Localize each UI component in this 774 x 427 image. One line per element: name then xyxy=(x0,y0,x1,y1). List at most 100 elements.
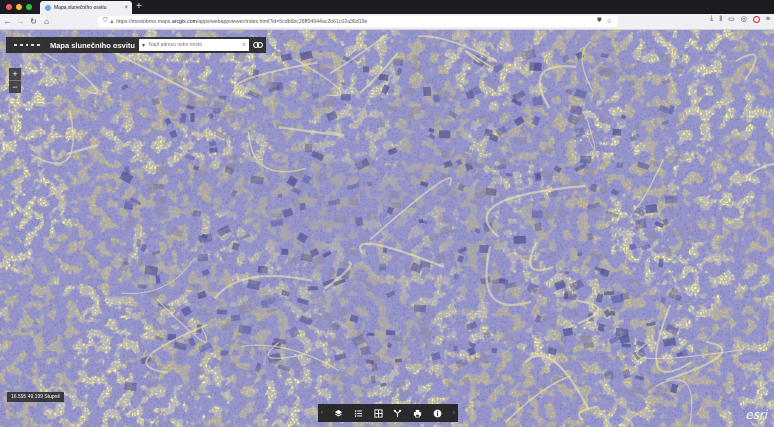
building-block xyxy=(350,296,356,303)
building-block xyxy=(616,162,623,169)
building-block xyxy=(660,296,667,303)
building-block xyxy=(124,381,137,391)
lock-icon[interactable]: 🔒︎ xyxy=(111,19,114,25)
pocket-icon[interactable]: ⛊ xyxy=(597,18,602,25)
layers-icon[interactable] xyxy=(332,406,346,420)
building-block xyxy=(299,202,306,211)
building-block xyxy=(437,215,448,223)
tab-close-icon[interactable]: × xyxy=(124,5,128,11)
app-header: Mapa slunečního osvitu ▾ ⌕ xyxy=(6,37,266,53)
building-block xyxy=(385,105,398,111)
building-block xyxy=(190,113,195,123)
building-block xyxy=(342,385,347,394)
zoom-in-button[interactable]: + xyxy=(9,68,21,80)
shield-icon[interactable]: ⛉ xyxy=(103,18,108,25)
library-icon[interactable]: ‖ xyxy=(719,16,722,23)
esri-attribution: esri xyxy=(746,408,768,422)
building-block xyxy=(531,210,543,219)
home-icon[interactable]: ⌂ xyxy=(41,17,52,26)
building-block xyxy=(216,309,228,315)
forward-icon[interactable]: → xyxy=(15,17,26,26)
building-block xyxy=(410,105,422,115)
building-block xyxy=(536,173,542,179)
print-icon[interactable] xyxy=(411,406,425,420)
search-source-dropdown[interactable]: ▾ xyxy=(142,42,145,49)
building-block xyxy=(564,271,569,275)
building-block xyxy=(123,258,128,266)
building-block xyxy=(474,187,486,197)
building-block xyxy=(603,290,614,296)
building-block xyxy=(156,166,168,175)
sidebar-icon[interactable]: ▭ xyxy=(728,15,735,23)
measure-icon[interactable] xyxy=(391,406,405,420)
building-block xyxy=(378,73,389,81)
building-block xyxy=(476,162,485,168)
star-icon[interactable]: ☆ xyxy=(607,18,612,25)
search-icon[interactable]: ⌕ xyxy=(243,42,246,49)
new-tab-button[interactable]: + xyxy=(136,1,142,13)
widget-toolbar: ‹ › xyxy=(318,404,458,422)
minimize-window-button[interactable] xyxy=(16,4,22,10)
building-block xyxy=(348,198,360,206)
building-block xyxy=(600,184,609,195)
building-block xyxy=(578,144,584,151)
address-bar[interactable]: ⛉ 🔒︎ https://mestobrno.maps.arcgis.com/a… xyxy=(98,16,618,27)
building-block xyxy=(362,66,370,73)
building-block xyxy=(550,323,557,327)
widget-next-button[interactable]: › xyxy=(450,410,458,416)
building-block xyxy=(334,214,347,224)
download-icon[interactable]: ⤓ xyxy=(710,15,713,23)
close-window-button[interactable] xyxy=(6,4,12,10)
building-block xyxy=(604,370,614,380)
building-block xyxy=(348,248,360,256)
solar-map[interactable] xyxy=(0,30,774,427)
browser-toolbar: ⤓ ‖ ▭ ◎ ≡ xyxy=(710,15,770,23)
browser-tab[interactable]: Mapa slunečního osvitu × xyxy=(40,1,132,14)
building-block xyxy=(598,66,613,77)
info-icon[interactable] xyxy=(430,406,444,420)
building-block xyxy=(532,96,544,107)
building-block xyxy=(356,159,363,168)
maximize-window-button[interactable] xyxy=(26,4,32,10)
building-block xyxy=(271,213,283,218)
building-block xyxy=(291,198,300,205)
building-block xyxy=(438,130,451,139)
building-block xyxy=(209,147,218,153)
building-block xyxy=(577,251,583,257)
opera-icon[interactable] xyxy=(752,15,760,23)
building-block xyxy=(423,86,432,97)
legend-icon[interactable] xyxy=(351,406,365,420)
widget-prev-button[interactable]: ‹ xyxy=(318,410,326,416)
building-block xyxy=(413,304,427,313)
reload-icon[interactable]: ↻ xyxy=(28,17,39,26)
building-block xyxy=(219,95,227,100)
basemap-gallery-icon[interactable] xyxy=(371,406,385,420)
building-block xyxy=(467,149,472,153)
url-text: https://mestobrno.maps.arcgis.com/apps/w… xyxy=(116,19,367,25)
building-block xyxy=(570,105,583,115)
building-block xyxy=(125,247,133,254)
building-block xyxy=(663,158,670,163)
building-block xyxy=(485,187,497,197)
tab-strip: Mapa slunečního osvitu × + xyxy=(0,0,774,14)
building-block xyxy=(230,314,241,322)
building-block xyxy=(350,210,359,219)
building-block xyxy=(448,382,454,388)
building-block xyxy=(549,251,557,258)
building-block xyxy=(391,201,402,209)
share-link-button[interactable] xyxy=(252,39,264,51)
building-block xyxy=(515,136,528,145)
map-viewport[interactable]: Mapa slunečního osvitu ▾ ⌕ + − 16.595 49… xyxy=(0,30,774,427)
coordinate-readout: 16.595 49.199 Stupně xyxy=(7,392,65,402)
menu-icon[interactable]: ≡ xyxy=(766,16,770,23)
brno-logo-icon xyxy=(14,44,40,46)
extension-icon[interactable]: ◎ xyxy=(741,15,747,23)
building-block xyxy=(224,154,237,161)
building-block xyxy=(192,210,201,217)
back-icon[interactable]: ← xyxy=(2,17,13,26)
search-widget[interactable]: ▾ ⌕ xyxy=(139,39,249,51)
zoom-out-button[interactable]: − xyxy=(9,80,21,93)
url-prefix: https://mestobrno.maps. xyxy=(116,18,172,25)
search-input[interactable] xyxy=(149,42,230,48)
building-block xyxy=(667,208,674,215)
